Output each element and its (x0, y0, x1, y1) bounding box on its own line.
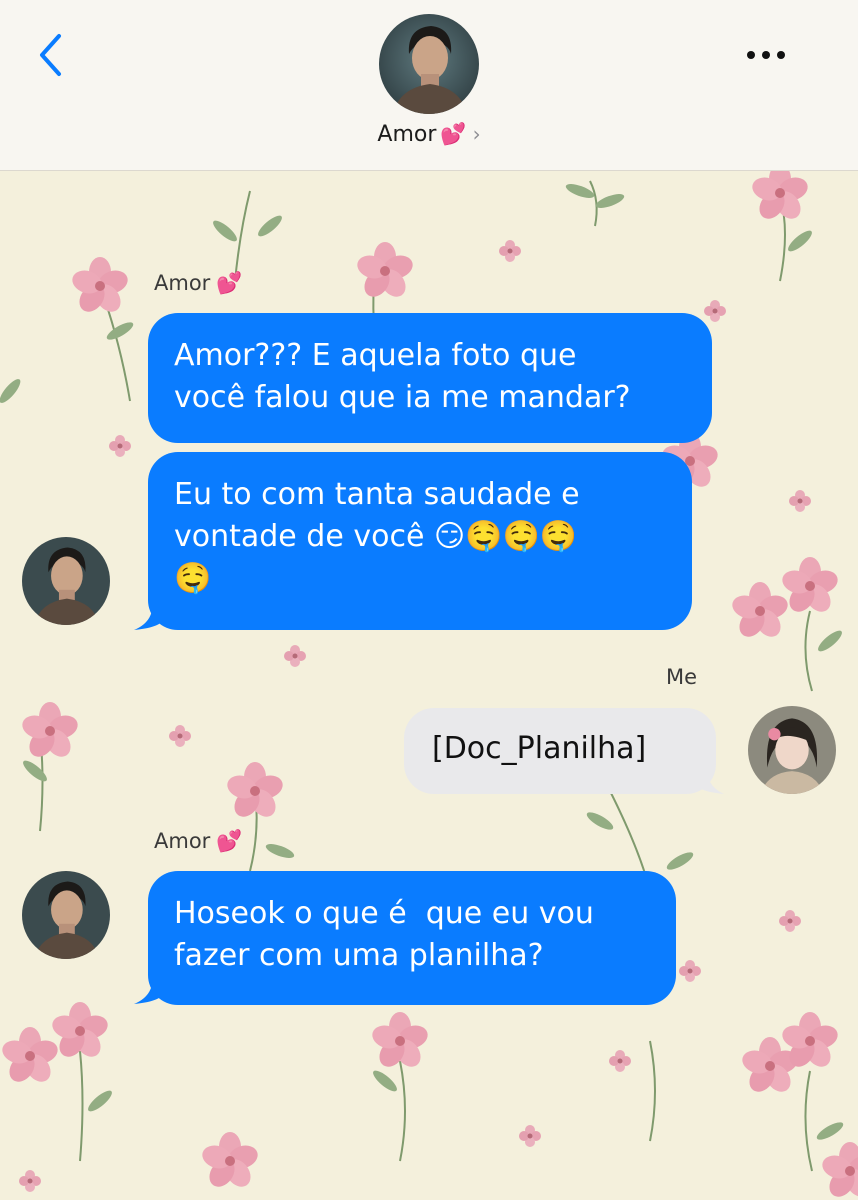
sender-name: Amor (154, 271, 211, 295)
back-button[interactable] (30, 30, 70, 80)
sender-avatar[interactable] (22, 871, 110, 959)
chevron-left-icon (40, 34, 61, 76)
heart-emoji: 💕 (216, 829, 243, 853)
sender-label: Amor 💕 (154, 271, 242, 296)
message-text-line: 🤤 (174, 561, 212, 596)
conversation-header: Amor 💕 › (0, 0, 858, 171)
message-text-line: fazer com uma planilha? (174, 938, 544, 973)
heart-emoji: 💕 (440, 122, 467, 146)
heart-emoji: 💕 (216, 271, 243, 295)
incoming-message-bubble[interactable]: Hoseok o que é que eu vou fazer com uma … (148, 871, 676, 1005)
outgoing-message-bubble[interactable]: [Doc_Planilha] (404, 708, 716, 794)
contact-name-row[interactable]: Amor 💕 › (0, 122, 858, 147)
contact-name: Amor (377, 122, 437, 147)
chevron-right-icon: › (472, 122, 481, 146)
bubble-tail (694, 763, 724, 794)
message-text-line: Hoseok o que é que eu vou (174, 896, 594, 931)
sender-label: Amor 💕 (154, 829, 242, 854)
message-text-line: Amor??? E aquela foto que (174, 338, 577, 373)
sender-name: Me (666, 665, 698, 689)
ellipsis-icon (747, 51, 755, 59)
my-avatar[interactable] (748, 706, 836, 794)
message-text-line: vontade de você 😏🤤🤤🤤 (174, 519, 578, 554)
sender-name: Amor (154, 829, 211, 853)
incoming-message-bubble[interactable]: Amor??? E aquela foto que você falou que… (148, 313, 712, 443)
incoming-message-bubble[interactable]: Eu to com tanta saudade e vontade de voc… (148, 452, 692, 630)
message-text-line: você falou que ia me mandar? (174, 380, 631, 415)
message-text-line: Eu to com tanta saudade e (174, 477, 580, 512)
more-options-button[interactable] (736, 40, 796, 70)
bubble-tail (134, 971, 164, 1004)
contact-avatar[interactable] (379, 14, 479, 114)
sender-avatar[interactable] (22, 537, 110, 625)
sender-label: Me (666, 665, 697, 689)
message-list[interactable]: Amor 💕 Amor??? E aquela foto que você fal… (0, 171, 858, 1200)
bubble-tail (134, 597, 164, 630)
attachment-placeholder-text: [Doc_Planilha] (432, 731, 647, 766)
